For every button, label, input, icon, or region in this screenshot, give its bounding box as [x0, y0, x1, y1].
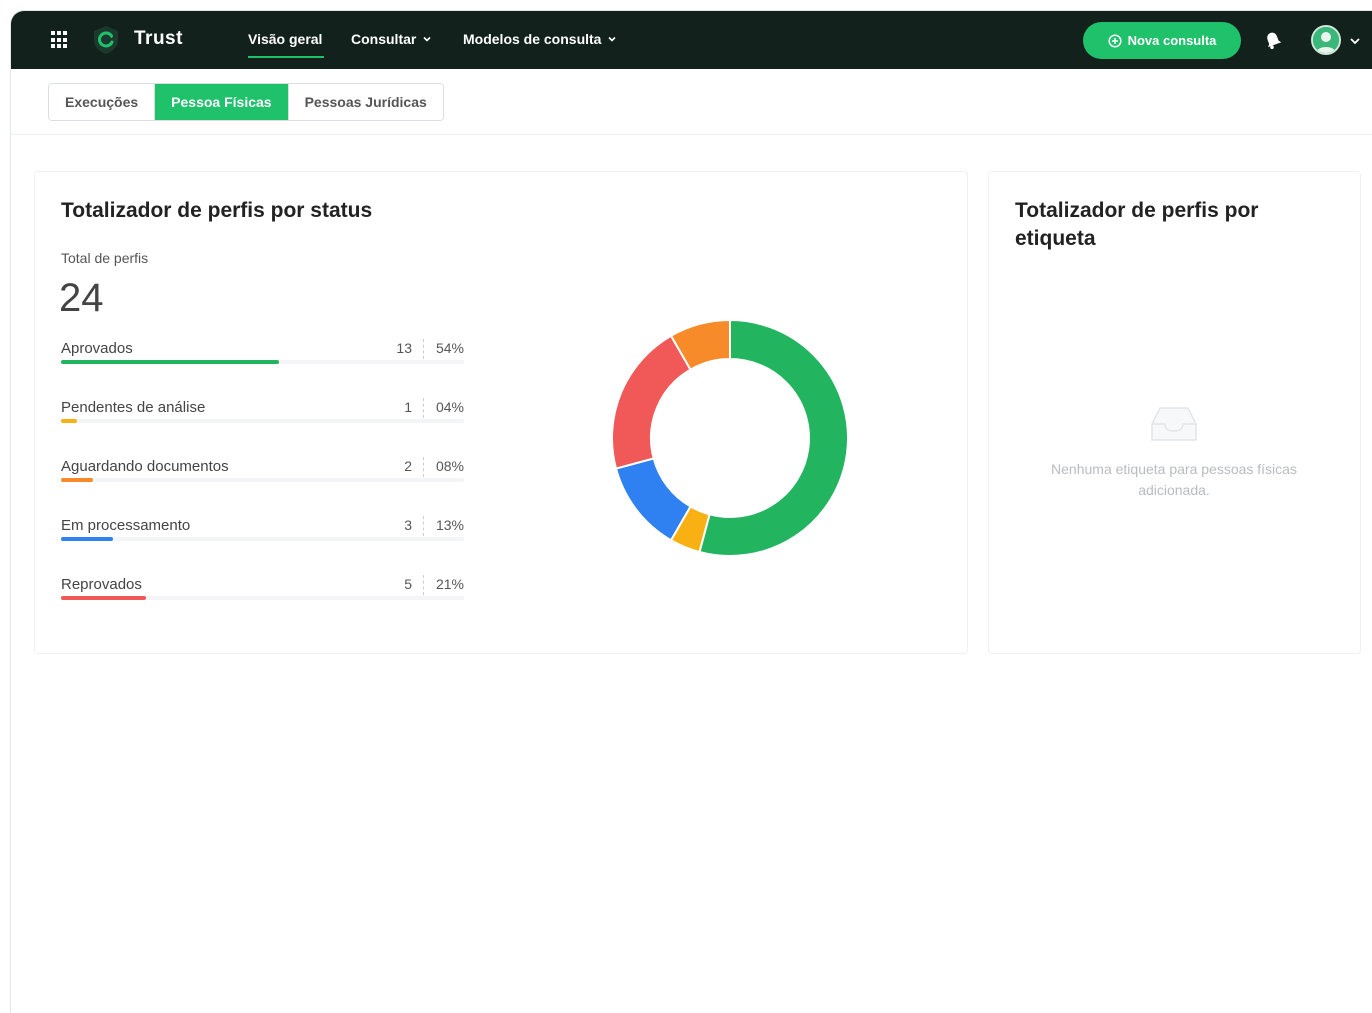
- status-separator: [423, 398, 424, 418]
- chevron-down-icon: [608, 36, 617, 42]
- status-progress-track: [61, 419, 464, 423]
- avatar-image: [1313, 27, 1339, 53]
- avatar[interactable]: [1311, 25, 1341, 55]
- status-progress-track: [61, 360, 464, 364]
- status-summary-card: Totalizador de perfis por status Total d…: [34, 171, 968, 654]
- status-count: 3: [404, 517, 412, 533]
- status-donut-chart: [611, 318, 849, 557]
- status-separator: [423, 339, 424, 359]
- status-percent: 54%: [435, 340, 464, 356]
- tab-pessoa-fisicas[interactable]: Pessoa Físicas: [155, 84, 289, 120]
- status-row: Aguardando documentos 2 08%: [61, 457, 464, 498]
- empty-inbox-icon: [1151, 407, 1197, 441]
- donut-slice-reprovados[interactable]: [611, 334, 692, 470]
- status-label: Pendentes de análise: [61, 399, 206, 416]
- nav-label: Modelos de consulta: [463, 31, 602, 47]
- status-row: Pendentes de análise 1 04%: [61, 398, 464, 439]
- tab-pessoas-juridicas[interactable]: Pessoas Jurídicas: [288, 84, 443, 120]
- segmented-tabs: Execuções Pessoa Físicas Pessoas Jurídic…: [48, 83, 444, 121]
- status-progress-fill: [61, 596, 146, 600]
- tab-execucoes[interactable]: Execuções: [49, 84, 156, 120]
- status-row: Aprovados 13 54%: [61, 339, 464, 380]
- plus-circle-icon: [1108, 33, 1122, 48]
- status-progress-track: [61, 537, 464, 541]
- apps-grid-icon[interactable]: [51, 31, 69, 49]
- total-value: 24: [59, 276, 104, 320]
- nav-modelos-de-consulta[interactable]: Modelos de consulta: [463, 31, 617, 47]
- tabs-bar: Execuções Pessoa Físicas Pessoas Jurídic…: [11, 69, 1372, 135]
- tags-card-title: Totalizador de perfis por etiqueta: [1015, 199, 1259, 250]
- status-count: 5: [404, 576, 412, 592]
- status-separator: [423, 516, 424, 536]
- status-label: Aprovados: [61, 340, 133, 357]
- brand-name: Trust: [134, 28, 183, 49]
- tags-summary-card: Totalizador de perfis por etiqueta Nenhu…: [988, 171, 1361, 654]
- nav-label: Consultar: [351, 31, 417, 47]
- bell-icon[interactable]: [1263, 30, 1283, 50]
- status-progress-fill: [61, 419, 78, 423]
- chevron-down-icon[interactable]: [1349, 36, 1361, 46]
- shield-logo-icon: [94, 26, 118, 54]
- status-progress-fill: [61, 360, 279, 364]
- status-row: Em processamento 3 13%: [61, 516, 464, 557]
- status-progress-track: [61, 596, 464, 600]
- chevron-down-icon: [423, 36, 431, 42]
- status-label: Aguardando documentos: [61, 458, 229, 475]
- status-row: Reprovados 5 21%: [61, 575, 464, 616]
- status-percent: 08%: [435, 458, 464, 474]
- status-progress-fill: [61, 537, 114, 541]
- nova-consulta-label: Nova consulta: [1127, 33, 1217, 48]
- status-percent: 13%: [435, 517, 464, 533]
- status-percent: 04%: [435, 399, 464, 415]
- status-separator: [423, 457, 424, 477]
- status-count: 2: [404, 458, 412, 474]
- nova-consulta-button[interactable]: Nova consulta: [1083, 22, 1241, 59]
- status-label: Reprovados: [61, 576, 142, 593]
- app-frame: Trust Visão geral Consultar Modelos de c…: [10, 10, 1372, 1013]
- status-count: 13: [396, 340, 412, 356]
- nav-consultar[interactable]: Consultar: [351, 31, 432, 47]
- status-separator: [423, 575, 424, 595]
- empty-tags-message: Nenhuma etiqueta para pessoas físicas ad…: [1051, 461, 1297, 498]
- nav-visao-geral[interactable]: Visão geral: [248, 31, 325, 58]
- status-percent: 21%: [435, 576, 464, 592]
- total-label: Total de perfis: [61, 250, 149, 266]
- status-progress-fill: [61, 478, 94, 482]
- nav-label: Visão geral: [248, 31, 323, 47]
- status-label: Em processamento: [61, 517, 191, 534]
- status-card-title: Totalizador de perfis por status: [61, 199, 373, 222]
- top-nav: Trust Visão geral Consultar Modelos de c…: [11, 11, 1372, 69]
- status-progress-track: [61, 478, 464, 482]
- status-count: 1: [404, 399, 412, 415]
